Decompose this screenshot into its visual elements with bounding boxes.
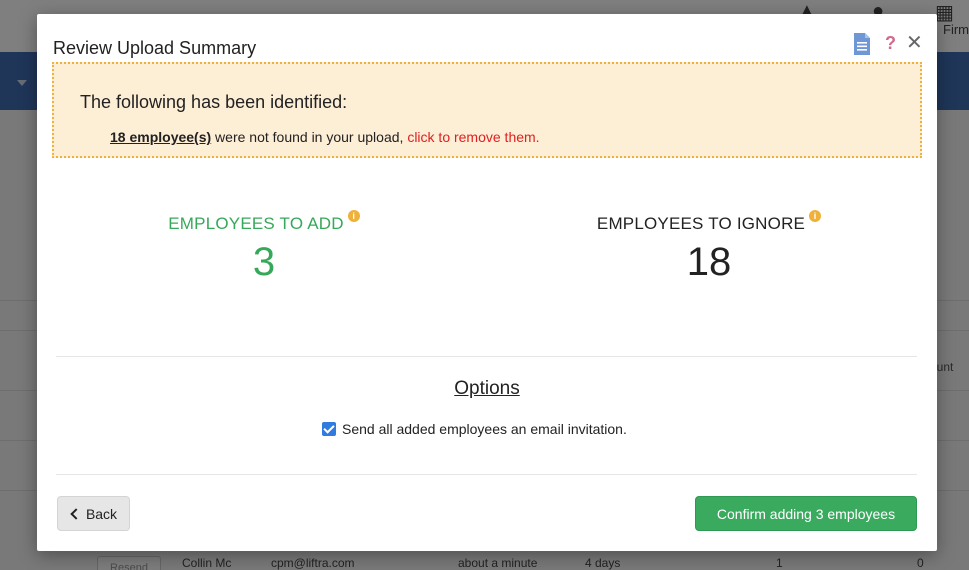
employees-to-add-stat: EMPLOYEES TO ADD i 3	[134, 210, 394, 284]
info-icon[interactable]: i	[347, 210, 360, 222]
employees-to-add-value: 3	[252, 240, 276, 284]
email-invitation-label: Send all added employees an email invita…	[342, 421, 627, 437]
options-title: Options	[454, 378, 520, 399]
document-icon[interactable]	[852, 32, 872, 56]
alert-message-text: were not found in your upload,	[211, 129, 408, 145]
email-invitation-checkbox[interactable]	[322, 422, 336, 436]
back-button[interactable]: Back	[57, 496, 130, 531]
not-found-employees-link[interactable]: 18 employee(s)	[110, 129, 211, 145]
info-icon[interactable]: i	[809, 210, 822, 222]
identified-alert: The following has been identified: 18 em…	[52, 62, 922, 158]
employees-to-add-label: EMPLOYEES TO ADD i	[134, 210, 394, 234]
confirm-add-employees-button[interactable]: Confirm adding 3 employees	[695, 496, 917, 531]
alert-message: 18 employee(s) were not found in your up…	[110, 129, 540, 145]
employees-to-add-label-text: EMPLOYEES TO ADD	[168, 214, 344, 233]
alert-heading: The following has been identified:	[80, 92, 348, 112]
employees-to-ignore-value: 18	[686, 240, 732, 284]
remove-employees-link[interactable]: click to remove them.	[407, 129, 539, 145]
employees-to-ignore-stat: EMPLOYEES TO IGNORE i 18	[579, 210, 839, 284]
section-divider	[56, 356, 917, 357]
section-divider	[56, 474, 917, 475]
employees-to-ignore-label-text: EMPLOYEES TO IGNORE	[596, 214, 806, 233]
chevron-left-icon	[70, 507, 82, 520]
back-button-label: Back	[85, 505, 118, 522]
modal-title: Review Upload Summary	[53, 38, 257, 58]
email-invitation-option[interactable]: Send all added employees an email invita…	[322, 421, 627, 437]
close-icon[interactable]: ✕	[906, 32, 923, 54]
review-upload-modal: Review Upload Summary ? ✕ The following …	[37, 14, 937, 551]
help-icon[interactable]: ?	[885, 32, 896, 54]
employees-to-ignore-label: EMPLOYEES TO IGNORE i	[579, 210, 839, 234]
